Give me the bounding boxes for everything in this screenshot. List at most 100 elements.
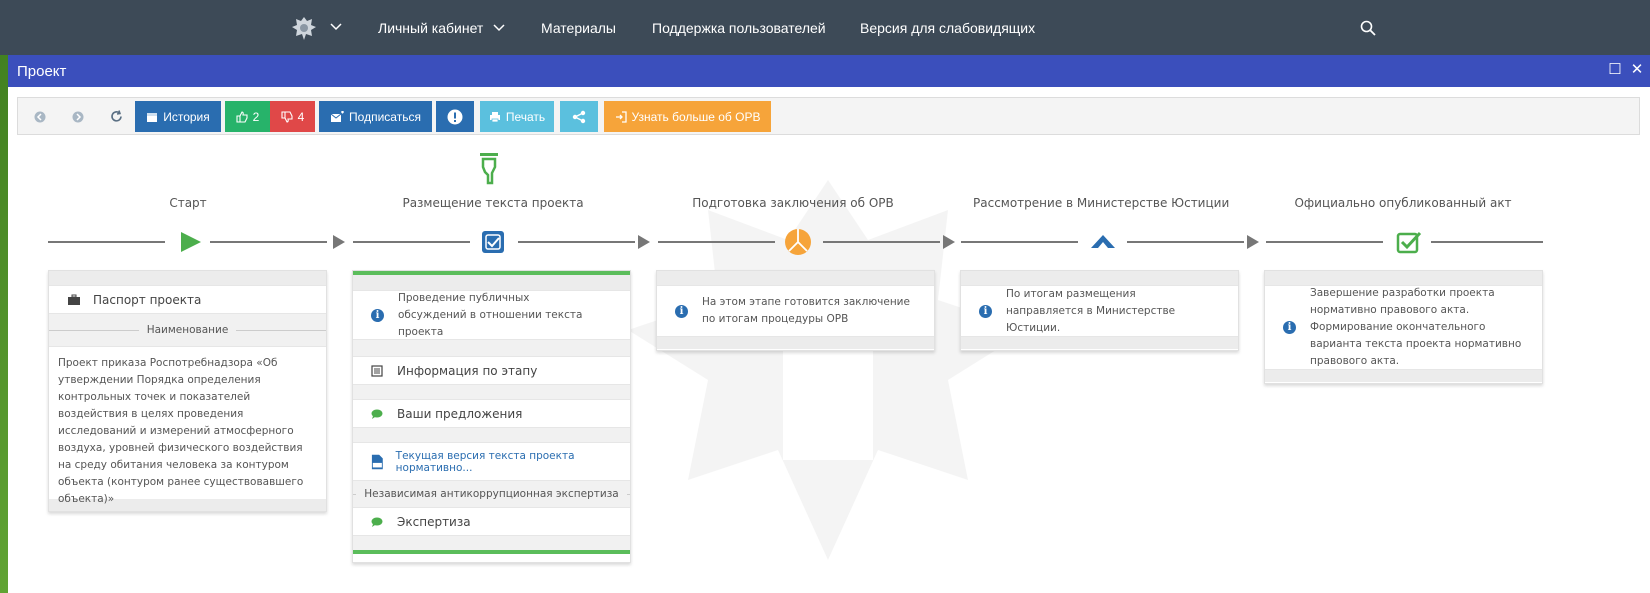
exclamation-icon	[447, 109, 463, 124]
dislike-button[interactable]: 4	[270, 101, 315, 132]
stage-panel-placement: i Проведение публичных обсуждений в отно…	[352, 270, 631, 563]
like-button[interactable]: 2	[225, 101, 270, 132]
proposals-link[interactable]: Ваши предложения	[353, 399, 630, 428]
forward-button[interactable]	[64, 101, 92, 132]
panel-cap	[353, 275, 630, 290]
panel-foot	[961, 337, 1238, 349]
info-text: На этом этапе готовится заключение по ит…	[702, 296, 910, 325]
expertise-label: Экспертиза	[397, 514, 471, 529]
nav-materials[interactable]: Материалы	[541, 20, 616, 36]
toolbar: История 2 4 Подписаться Печать Узнать бо…	[17, 97, 1640, 135]
thumbs-down-icon	[281, 110, 293, 123]
info-icon: i	[371, 308, 384, 322]
alert-button[interactable]	[436, 101, 474, 132]
chevron-down-icon	[493, 24, 505, 32]
window-title: Проект	[17, 62, 67, 80]
calendar-icon	[147, 112, 158, 122]
learn-more-label: Узнать больше об ОРВ	[631, 109, 761, 124]
info-text: Завершение разработки проекта нормативно…	[1310, 287, 1522, 367]
forward-icon	[72, 111, 84, 122]
stage-panel-published: i Завершение разработки проекта норматив…	[1264, 270, 1543, 384]
back-button[interactable]	[26, 101, 54, 132]
play-icon	[181, 232, 201, 252]
name-separator: Наименование	[49, 314, 326, 346]
timeline-arrow	[1247, 235, 1259, 249]
pie-icon	[785, 229, 811, 255]
info-icon: i	[675, 304, 688, 318]
panel-cap	[657, 271, 934, 285]
panel-cap	[49, 271, 326, 285]
info-icon: i	[979, 304, 992, 318]
timeline-line	[518, 241, 635, 243]
name-separator-label: Наименование	[146, 324, 229, 336]
panel-foot	[657, 337, 934, 349]
chevron-up-icon	[1091, 235, 1115, 248]
panel-info: i Завершение разработки проекта норматив…	[1265, 285, 1542, 370]
subscribe-button[interactable]: Подписаться	[319, 101, 432, 132]
stage-panel-start: Паспорт проекта Наименование Проект прик…	[48, 270, 327, 512]
nav-accessible-version[interactable]: Версия для слабовидящих	[860, 20, 1035, 36]
watermark-emblem-icon	[628, 180, 1028, 560]
timeline-arrow	[333, 235, 345, 249]
anticorruption-label: Независимая антикоррупционная экспертиза	[364, 488, 619, 500]
thumbs-up-icon	[236, 110, 248, 123]
search-icon[interactable]	[1360, 20, 1376, 36]
timeline-line	[1127, 241, 1244, 243]
anticorruption-separator: Независимая антикоррупционная экспертиза	[353, 481, 630, 507]
stage-label-orv: Подготовка заключения об ОРВ	[692, 196, 894, 210]
history-button[interactable]: История	[135, 101, 221, 132]
dislikes-count: 4	[297, 109, 305, 124]
comment-icon	[371, 409, 383, 419]
timeline-line	[210, 241, 327, 243]
timeline-arrow	[638, 235, 650, 249]
passport-label: Паспорт проекта	[93, 292, 202, 307]
likes-count: 2	[252, 109, 260, 124]
panel-info: i На этом этапе готовится заключение по …	[657, 285, 934, 337]
comment-icon	[371, 517, 383, 527]
panel-foot	[1265, 370, 1542, 382]
expertise-link[interactable]: Экспертиза	[353, 507, 630, 536]
active-stage-bar	[353, 550, 630, 554]
subscribe-icon	[330, 110, 345, 122]
nav-user-support[interactable]: Поддержка пользователей	[652, 20, 826, 36]
project-window: Проект ☐ ✕ История 2 4 Подписаться Печат…	[8, 55, 1650, 593]
panel-cap	[961, 271, 1238, 285]
timeline-line	[353, 241, 470, 243]
panel-gap	[353, 536, 630, 550]
stage-info-link[interactable]: Информация по этапу	[353, 356, 630, 385]
timeline-line	[1266, 241, 1383, 243]
top-navigation: Личный кабинет Материалы Поддержка польз…	[0, 0, 1650, 55]
info-text: По итогам размещения направляется в Мини…	[1006, 287, 1176, 334]
passport-link[interactable]: Паспорт проекта	[49, 285, 326, 314]
refresh-icon	[110, 110, 122, 122]
stage-label-placement: Размещение текста проекта	[402, 196, 584, 210]
timeline-line	[658, 241, 775, 243]
stage-panel-justice: i По итогам размещения направляется в Ми…	[960, 270, 1239, 351]
stage-label-justice: Рассмотрение в Министерстве Юстиции	[973, 196, 1230, 210]
timeline-arrow	[943, 235, 955, 249]
check-square-icon	[1396, 231, 1422, 254]
print-icon	[489, 111, 500, 122]
learn-more-button[interactable]: Узнать больше об ОРВ	[604, 101, 771, 132]
chevron-down-icon[interactable]	[330, 22, 342, 32]
nav-personal-account[interactable]: Личный кабинет	[378, 20, 505, 36]
project-name-text: Проект приказа Роспотребнадзора «Об утве…	[49, 346, 326, 505]
stage-label-published: Официально опубликованный акт	[1294, 196, 1512, 210]
current-version-label: Текущая версия текста проекта нормативно…	[395, 449, 575, 474]
emblem-icon[interactable]	[290, 14, 318, 42]
panel-info: i По итогам размещения направляется в Ми…	[961, 285, 1238, 337]
refresh-button[interactable]	[102, 101, 130, 132]
timeline-line	[961, 241, 1078, 243]
maximize-icon[interactable]: ☐	[1608, 61, 1622, 79]
share-button[interactable]	[560, 101, 598, 132]
print-button[interactable]: Печать	[480, 101, 554, 132]
checkbox-icon[interactable]	[478, 227, 508, 257]
current-version-link[interactable]: Текущая версия текста проекта нормативно…	[353, 442, 630, 481]
sign-in-icon	[615, 110, 627, 123]
panel-gap	[353, 385, 630, 399]
stage-panel-orv: i На этом этапе готовится заключение по …	[656, 270, 935, 351]
list-icon	[371, 364, 383, 377]
history-label: История	[163, 109, 210, 124]
close-icon[interactable]: ✕	[1630, 61, 1644, 79]
briefcase-icon	[68, 294, 80, 305]
